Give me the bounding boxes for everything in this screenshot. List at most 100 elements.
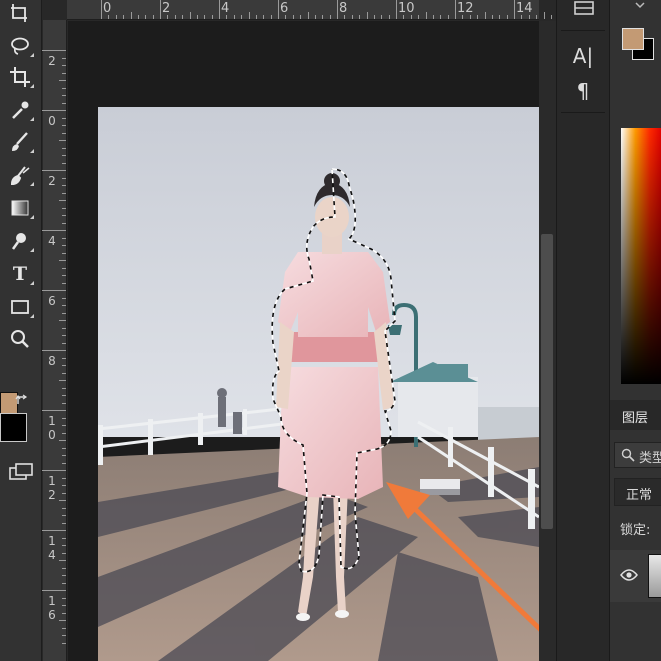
- h-ruler-minor-tick: [137, 15, 139, 19]
- h-ruler-minor-tick: [108, 15, 110, 19]
- tab-layers[interactable]: 图层: [622, 407, 648, 426]
- v-ruler-label: 1: [48, 534, 56, 548]
- lock-label: 锁定:: [620, 523, 651, 538]
- h-ruler-label: 6: [280, 1, 289, 16]
- h-ruler-minor-tick: [292, 15, 294, 19]
- v-ruler-minor-tick: [62, 305, 66, 306]
- v-ruler-minor-tick: [62, 237, 66, 239]
- paragraph-panel-button[interactable]: ¶: [565, 76, 601, 106]
- h-ruler-label: 0: [103, 1, 112, 16]
- v-ruler-minor-tick: [59, 140, 66, 141]
- brush-tool[interactable]: [6, 129, 34, 155]
- h-ruler-minor-tick: [418, 15, 420, 19]
- h-ruler-minor-tick: [344, 15, 346, 19]
- v-ruler-minor-tick: [62, 575, 66, 576]
- h-ruler-minor-tick: [499, 15, 501, 19]
- v-ruler-minor-tick: [62, 72, 66, 74]
- h-ruler-minor-tick: [314, 15, 316, 19]
- v-ruler-minor-tick: [62, 515, 66, 516]
- color-spectrum-picker[interactable]: [621, 128, 661, 384]
- h-ruler-minor-tick: [477, 15, 479, 19]
- character-panel-button[interactable]: A|: [565, 41, 601, 71]
- h-ruler-minor-tick: [373, 15, 375, 19]
- h-ruler-minor-tick: [462, 15, 464, 19]
- v-ruler-minor-tick: [62, 312, 66, 314]
- h-ruler-minor-tick: [410, 15, 412, 19]
- v-ruler-minor-tick: [62, 297, 66, 299]
- h-ruler-minor-tick: [329, 15, 331, 19]
- cube-3d-icon[interactable]: [571, 0, 597, 18]
- h-ruler-minor-tick: [300, 15, 302, 19]
- h-ruler-minor-tick: [130, 12, 132, 19]
- shape-tool[interactable]: [6, 294, 34, 320]
- h-ruler-major-tick: [278, 0, 279, 19]
- h-ruler-minor-tick: [366, 12, 368, 19]
- stamp-tool[interactable]: [6, 162, 34, 188]
- v-ruler-minor-tick: [62, 627, 66, 629]
- h-ruler-label: 8: [339, 1, 348, 16]
- h-ruler-major-tick: [455, 0, 456, 19]
- v-ruler-major-tick: [42, 470, 66, 471]
- v-ruler-label: 1: [48, 414, 56, 428]
- dodge-tool[interactable]: [6, 228, 34, 254]
- gradient-tool[interactable]: [6, 195, 34, 221]
- blend-mode-select[interactable]: 正常: [614, 478, 661, 506]
- v-ruler-minor-tick: [62, 185, 66, 186]
- h-ruler-label: 4: [221, 1, 230, 16]
- v-ruler-minor-tick: [62, 65, 66, 66]
- zoom-tool[interactable]: [6, 326, 34, 352]
- rect-marquee-tool[interactable]: [6, 0, 34, 26]
- screen-mode-icon[interactable]: [8, 462, 34, 482]
- v-ruler-minor-tick: [62, 567, 66, 569]
- v-ruler-minor-tick: [62, 147, 66, 149]
- v-ruler-minor-tick: [62, 545, 66, 546]
- v-ruler-minor-tick: [59, 380, 66, 381]
- v-ruler-major-tick: [42, 110, 66, 111]
- h-ruler-minor-tick: [528, 15, 530, 19]
- v-ruler-major-tick: [42, 290, 66, 291]
- h-ruler-major-tick: [337, 0, 338, 19]
- v-ruler-label: 6: [48, 294, 56, 308]
- background-color-swatch[interactable]: [0, 413, 27, 442]
- layer-row[interactable]: [610, 550, 661, 602]
- v-ruler-minor-tick: [62, 57, 66, 59]
- v-ruler-label: 1: [48, 474, 56, 488]
- document-photo[interactable]: [98, 107, 539, 661]
- canvas-area[interactable]: [68, 21, 539, 661]
- v-ruler-major-tick: [42, 410, 66, 411]
- v-ruler-minor-tick: [62, 612, 66, 614]
- h-ruler-minor-tick: [233, 15, 235, 19]
- eyedropper-icon: [12, 101, 29, 119]
- h-ruler-minor-tick: [403, 15, 405, 19]
- crop-icon: [10, 67, 30, 87]
- v-ruler-minor-tick: [62, 267, 66, 269]
- scrollbar-thumb[interactable]: [541, 234, 553, 529]
- photo-image: [98, 107, 539, 661]
- h-ruler-minor-tick: [351, 15, 353, 19]
- canvas-vertical-scrollbar[interactable]: [539, 21, 556, 661]
- h-ruler-minor-tick: [226, 15, 228, 19]
- panel-menu-icon[interactable]: [622, 2, 652, 16]
- v-ruler-label: 2: [48, 174, 56, 188]
- swap-colors-icon[interactable]: [15, 393, 29, 407]
- eyedropper-tool[interactable]: [6, 97, 34, 123]
- lasso-tool[interactable]: [6, 33, 34, 59]
- v-ruler-label: 0: [48, 428, 56, 442]
- eye-icon[interactable]: [620, 568, 638, 582]
- h-ruler-minor-tick: [196, 15, 198, 19]
- layer-filter-field[interactable]: 类型: [614, 442, 661, 468]
- v-ruler-minor-tick: [62, 282, 66, 284]
- color-panel-foreground[interactable]: [622, 28, 644, 50]
- v-ruler-minor-tick: [62, 162, 66, 164]
- v-ruler-major-tick: [42, 50, 66, 51]
- h-ruler-minor-tick: [432, 15, 434, 19]
- v-ruler-minor-tick: [62, 95, 66, 96]
- v-ruler-minor-tick: [62, 447, 66, 449]
- type-tool[interactable]: T: [6, 261, 34, 287]
- v-ruler-major-tick: [42, 170, 66, 171]
- crop-tool[interactable]: [6, 64, 34, 90]
- h-ruler-label: 10: [398, 1, 415, 16]
- v-ruler-minor-tick: [62, 605, 66, 606]
- v-ruler-major-tick: [42, 530, 66, 531]
- rectangle-icon: [11, 300, 29, 314]
